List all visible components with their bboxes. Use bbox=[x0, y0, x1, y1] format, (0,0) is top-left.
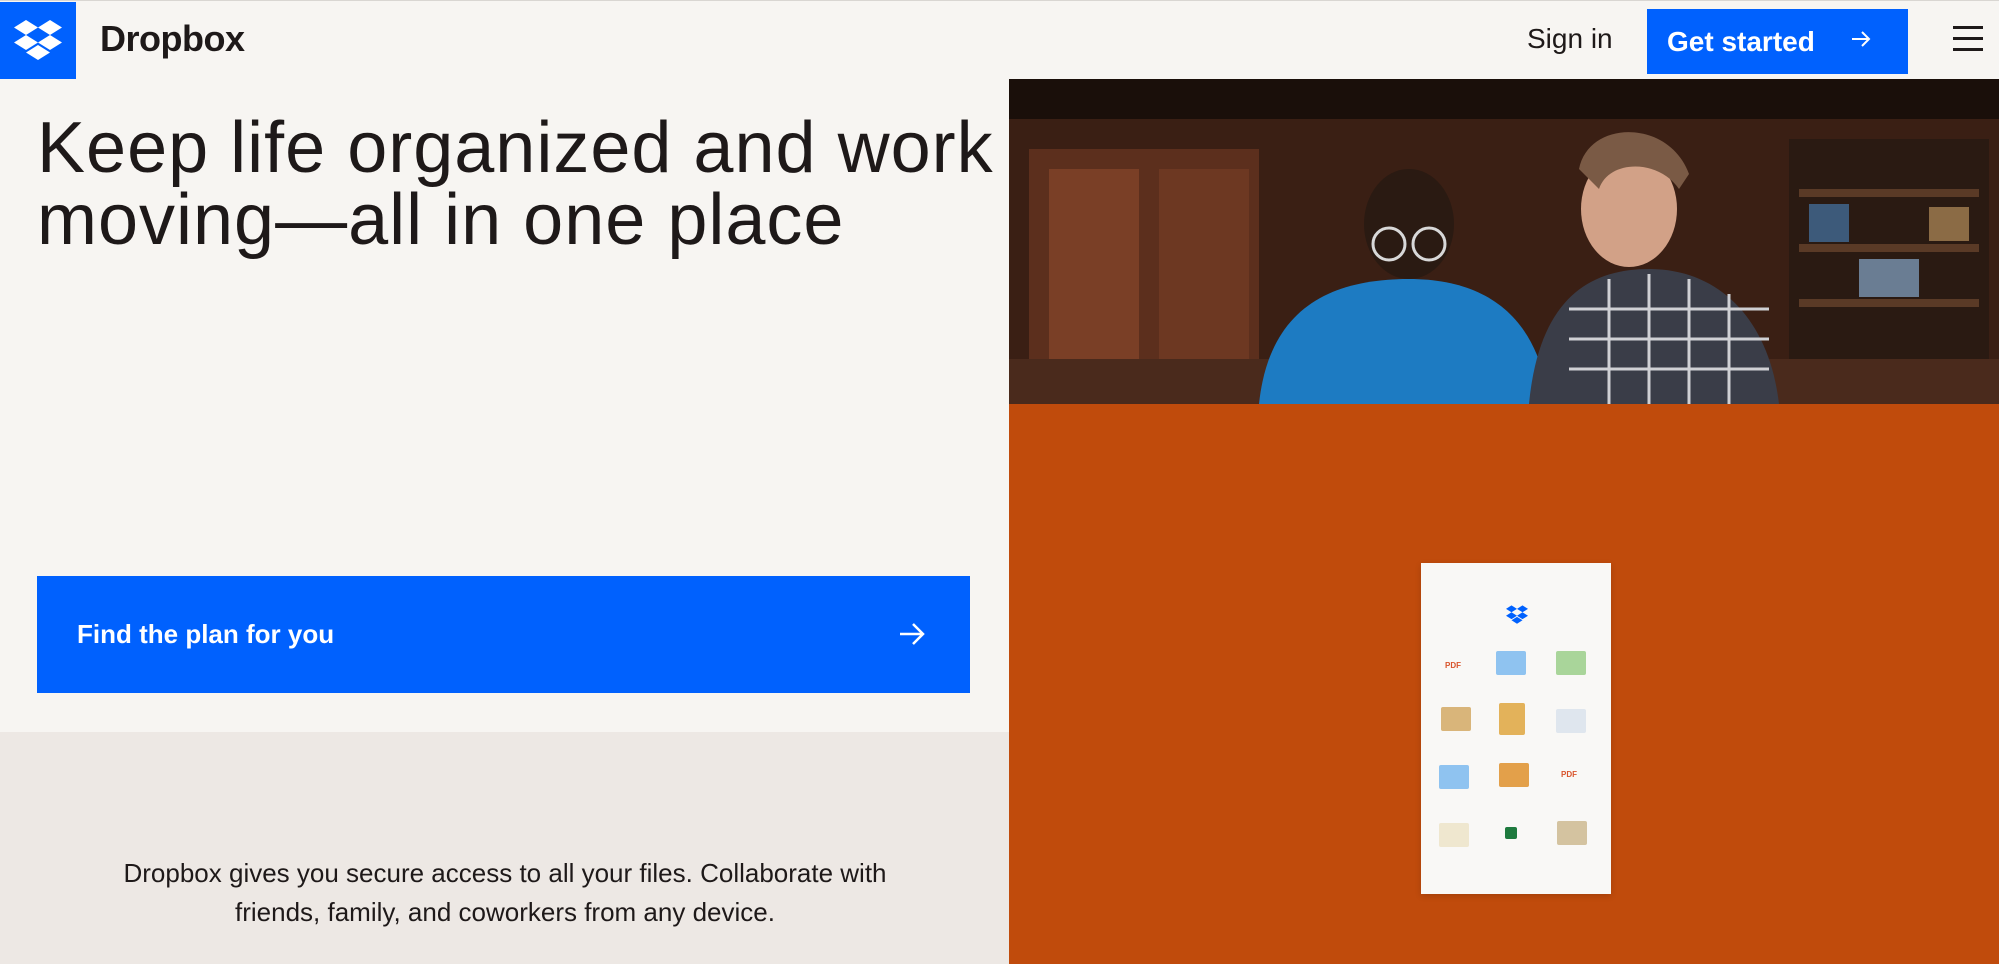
map-thumbnail-icon bbox=[1439, 823, 1469, 847]
dropbox-logo-link[interactable] bbox=[0, 2, 76, 80]
arrow-right-icon bbox=[1852, 31, 1871, 47]
find-plan-button[interactable]: Find the plan for you bbox=[37, 576, 970, 693]
description-panel: Dropbox gives you secure access to all y… bbox=[0, 732, 1009, 964]
map-thumbnail-icon bbox=[1556, 651, 1586, 675]
map-thumbnail-icon bbox=[1557, 821, 1587, 845]
dropbox-logo-icon bbox=[1506, 605, 1528, 624]
find-plan-label: Find the plan for you bbox=[77, 619, 335, 649]
product-preview-panel: PDF PDF bbox=[1009, 404, 1999, 964]
hero-photo bbox=[1009, 79, 1999, 404]
map-thumbnail-icon bbox=[1441, 707, 1471, 731]
brand-name[interactable]: Dropbox bbox=[100, 18, 245, 60]
spreadsheet-file-icon bbox=[1505, 827, 1517, 839]
get-started-button[interactable]: Get started bbox=[1647, 9, 1908, 74]
folder-icon bbox=[1439, 765, 1469, 789]
map-thumbnail-icon bbox=[1556, 709, 1586, 733]
folder-icon bbox=[1496, 651, 1526, 675]
map-thumbnail-icon bbox=[1499, 763, 1529, 787]
arrow-right-icon bbox=[900, 623, 925, 645]
site-header: Dropbox Sign in Get started bbox=[0, 0, 1999, 80]
hero-headline: Keep life organized and work moving—all … bbox=[37, 108, 994, 260]
hero-description: Dropbox gives you secure access to all y… bbox=[123, 858, 887, 927]
sign-in-link[interactable]: Sign in bbox=[1527, 23, 1613, 55]
dropbox-logo-icon bbox=[14, 20, 62, 60]
pdf-file-icon: PDF bbox=[1561, 770, 1577, 779]
hamburger-menu-icon[interactable] bbox=[1953, 26, 1983, 56]
get-started-label: Get started bbox=[1667, 25, 1815, 57]
library-photo-image bbox=[1009, 79, 1999, 404]
map-thumbnail-icon bbox=[1499, 703, 1525, 735]
phone-preview: PDF PDF bbox=[1421, 563, 1611, 894]
pdf-file-icon: PDF bbox=[1445, 661, 1461, 670]
